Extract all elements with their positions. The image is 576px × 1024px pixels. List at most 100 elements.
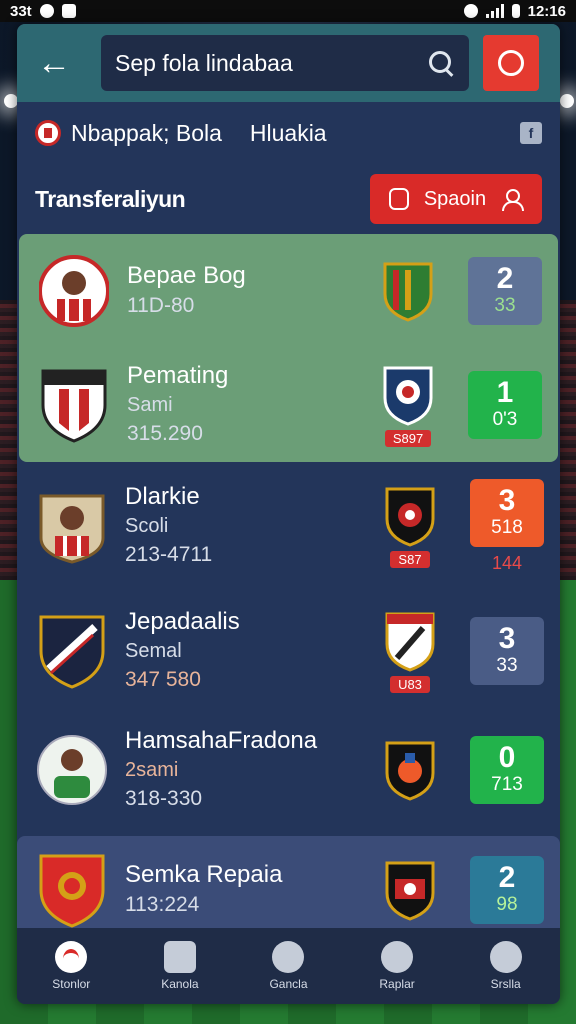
score-main: 3 [498,483,516,517]
score-sub: 518 [491,516,523,538]
transfer-date: 347 580 [125,668,201,691]
league-logo [35,120,61,146]
team-tag: U83 [390,675,430,693]
team-tag: S897 [384,429,432,447]
transfer-date: 113:224 [125,893,200,916]
list-item[interactable]: Pemating Sami 315.290 S897 1 0'3 [19,348,558,462]
player-avatar [37,732,107,808]
player-name: Semka Repaia [125,861,283,888]
team [380,739,440,801]
app-window: ← Nbappak; Bola Hluakia f Transferaliyun… [17,24,560,1004]
nav-item-home[interactable]: Stonlor [21,941,121,991]
list-item[interactable]: Dlarkie Scoli 213-4711 S87 3 518 144 [17,462,560,590]
score-box: 2 33 [468,257,542,325]
player-position: Sami [127,394,173,416]
nav-label: Stonlor [52,977,91,991]
club-crest [39,367,109,443]
player-avatar [38,253,110,329]
app-icon [61,4,76,18]
score-main: 3 [498,622,516,655]
list-item[interactable]: HamsahaFradona 2sami 318-330 0 713 [17,712,560,828]
score-sub: 33 [494,295,516,316]
player-name: Pemating [127,362,229,389]
score-extra: 144 [491,552,523,573]
league-region[interactable]: Hluakia [250,120,327,147]
league-row: Nbappak; Bola Hluakia f [17,102,560,164]
nav-label: Raplar [379,977,415,991]
transfer-list: Bepae Bog 11D-80 2 33 Pemating Sami 315.… [17,234,560,944]
player-position: 2sami [125,759,179,781]
score-box: 1 0'3 [468,371,542,439]
list-item[interactable]: Bepae Bog 11D-80 2 33 [19,234,558,348]
stadium-light [560,94,574,108]
person-icon [489,941,522,973]
player-name: Bepae Bog [127,262,246,289]
nav-item-clubs[interactable]: Gancla [238,941,338,991]
team-tag: S87 [390,550,430,568]
list-item[interactable]: Jepadaalis Semal 347 580 U83 3 33 [17,590,560,712]
league-badge[interactable]: f [520,122,542,144]
player-name: Dlarkie [125,483,200,510]
calendar-icon [163,941,196,973]
topbar: ← [17,24,560,102]
team-logo [385,861,435,921]
team-logo [383,262,433,322]
back-button[interactable]: ← [29,38,79,88]
tag-icon [389,188,410,210]
score-sub: 713 [491,774,523,795]
club-crest [37,613,107,689]
search-bar [101,35,469,91]
battery-icon [511,4,520,18]
person-icon [501,188,524,211]
score-main: 2 [498,861,516,894]
shield-icon [272,941,305,973]
score-box: 0 713 [470,736,544,804]
team [378,260,438,322]
circle-icon [498,50,524,76]
score-main: 0 [498,741,516,774]
notification-icon [39,4,54,18]
globe-icon [381,941,414,973]
signal-icon [485,4,504,18]
nav-item-schedule[interactable]: Kanola [130,941,230,991]
highlight-group: Bepae Bog 11D-80 2 33 Pemating Sami 315.… [19,234,558,462]
league-name[interactable]: Nbappak; Bola [71,120,222,147]
section-header: Transferaliyun Spaoin [17,164,560,234]
player-position: Scoli [125,515,169,537]
nav-label: Kanola [161,977,199,991]
alarm-icon [463,4,478,18]
player-name: Jepadaalis [125,608,240,635]
team: S897 [378,364,438,447]
score-sub: 98 [496,894,518,915]
nav-item-profile[interactable]: Srslla [456,941,556,991]
team-logo [385,612,435,672]
team: S87 [380,485,440,568]
status-time: 12:16 [527,2,566,20]
search-input[interactable] [115,49,415,77]
status-bar: 33t 12:16 [0,0,576,22]
score-box: 3 33 [470,617,544,685]
score-main: 1 [496,376,514,409]
team-logo [385,487,435,547]
player-name: HamsahaFradona [125,727,318,754]
arrow-left-icon: ← [37,43,71,82]
transfer-date: 213-4711 [125,543,213,566]
score-sub: 33 [496,655,518,676]
ball-icon [55,941,88,973]
team-logo [385,741,435,801]
nav-label: Srslla [490,977,521,991]
transfer-date: 318-330 [125,787,203,810]
team-logo [383,366,433,426]
section-action-button[interactable]: Spaoin [370,174,542,224]
nav-item-reports[interactable]: Raplar [347,941,447,991]
search-icon[interactable] [427,49,455,77]
score-box: 3 518 [470,478,544,547]
section-button-label: Spaoin [423,187,487,210]
section-title: Transferaliyun [35,185,186,212]
transfer-date: 11D-80 [127,294,195,317]
player-avatar [37,488,107,564]
score-main: 2 [496,262,514,295]
record-button[interactable] [483,35,539,91]
score-sub: 0'3 [492,409,518,430]
stadium-light [4,94,18,108]
